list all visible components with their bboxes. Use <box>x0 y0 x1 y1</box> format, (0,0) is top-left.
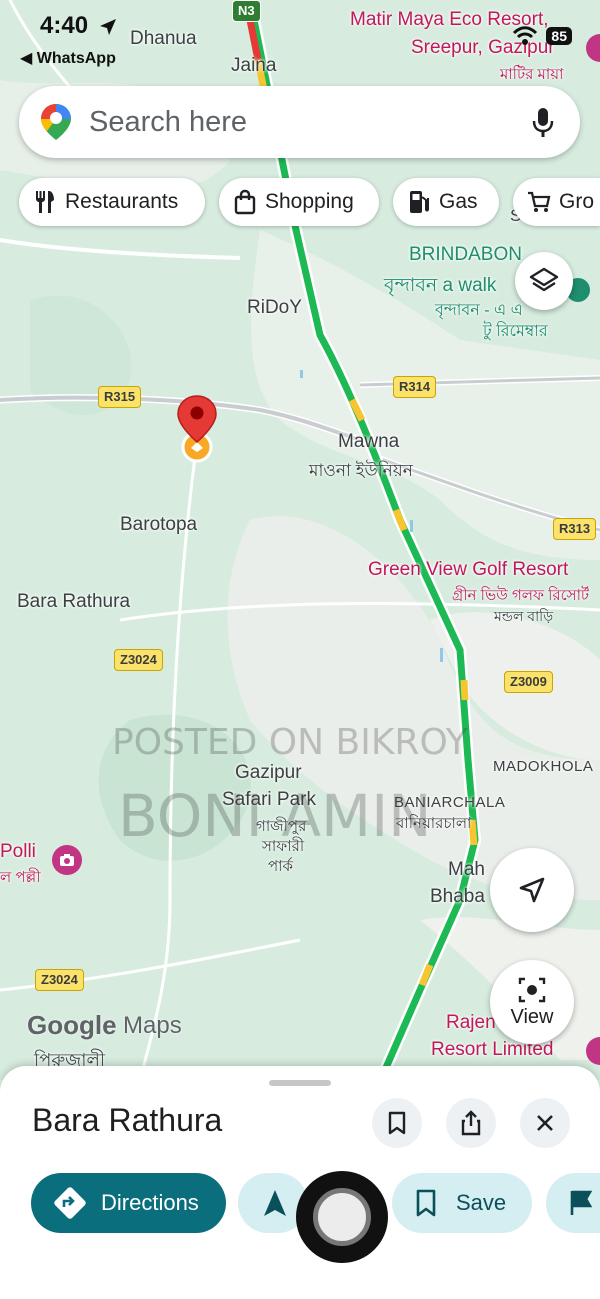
map-label-safari-bn-3: পার্ক <box>268 858 294 875</box>
road-shield-n3: N3 <box>232 0 261 22</box>
chip-gas[interactable]: Gas <box>393 178 499 226</box>
map-label-jaina: Jaina <box>231 55 277 76</box>
save-button[interactable]: Save <box>392 1173 532 1233</box>
bookmark-icon <box>388 1111 406 1135</box>
camera-poi-icon[interactable] <box>52 845 82 875</box>
map-label-bara-rathura: Bara Rathura <box>17 591 131 612</box>
location-pin-icon[interactable] <box>175 394 221 466</box>
maps-logo-text: Maps <box>123 1012 182 1039</box>
map-label-restaurant-bn: টু রিমেম্বার <box>483 323 548 340</box>
view-button-label: View <box>510 1005 554 1028</box>
search-input[interactable] <box>89 105 489 139</box>
map-label-mawna-bn: মাওনা ইউনিয়ন <box>309 461 413 480</box>
status-time: 4:40 <box>40 12 89 39</box>
microphone-icon[interactable] <box>530 106 556 140</box>
close-button[interactable] <box>520 1098 570 1148</box>
close-icon <box>537 1115 553 1131</box>
navigation-start-icon <box>264 1190 286 1216</box>
map-label-dhanua: Dhanua <box>130 28 197 49</box>
sheet-drag-handle[interactable] <box>269 1080 331 1086</box>
directions-button[interactable]: Directions <box>31 1173 226 1233</box>
bookmark-button[interactable] <box>372 1098 422 1148</box>
chip-label-restaurants: Restaurants <box>65 190 179 213</box>
my-location-button[interactable] <box>490 848 574 932</box>
chip-label-gas: Gas <box>439 190 478 213</box>
camera-icon <box>60 854 74 866</box>
map-label-ridoy: RiDoY <box>247 297 302 318</box>
road-shield-r313: R313 <box>553 518 597 540</box>
share-icon <box>461 1110 481 1136</box>
watermark-name: BONI AMIN <box>118 782 432 850</box>
flag-icon <box>570 1190 593 1215</box>
map-label-maha: Mah <box>448 859 485 880</box>
assistive-touch-button[interactable] <box>296 1171 388 1263</box>
map-label-bhaba: Bhaba <box>430 886 485 907</box>
chip-label-shopping: Shopping <box>265 190 354 213</box>
chip-restaurants[interactable]: Restaurants <box>19 178 205 226</box>
road-shield-z3024: Z3024 <box>114 649 163 671</box>
google-logo: Google <box>27 1010 117 1040</box>
road-shield-r315: R315 <box>98 386 142 408</box>
map-label-gazipur: Gazipur <box>235 762 302 783</box>
directions-label: Directions <box>101 1190 199 1215</box>
map-label-rajend: Rajen <box>446 1012 496 1033</box>
cart-icon <box>528 191 551 212</box>
map-label-mawna: Mawna <box>338 431 400 452</box>
street-view-camera-icon <box>518 977 546 1002</box>
wifi-icon <box>513 26 538 45</box>
label-button[interactable] <box>546 1173 600 1233</box>
fork-knife-icon <box>36 191 54 213</box>
layers-icon <box>529 267 559 292</box>
chip-grocery[interactable]: Gro <box>513 178 600 226</box>
save-label: Save <box>456 1190 507 1215</box>
watermark-posted: POSTED ON BIKROY <box>112 722 468 763</box>
layers-button[interactable] <box>515 252 573 310</box>
shopping-bag-icon <box>234 189 256 215</box>
directions-icon <box>54 1187 86 1219</box>
map-label-polli: Polli <box>0 841 36 862</box>
road-shield-z3009: Z3009 <box>504 671 553 693</box>
map-label-mondol-bari: মন্ডল বাড়ি <box>494 608 554 624</box>
status-icons: 85 <box>512 26 572 46</box>
back-to-whatsapp[interactable]: ◀ WhatsApp <box>20 48 116 68</box>
chip-label-grocery: Gro <box>559 190 595 213</box>
map-label-polli-bn: ল পল্লী <box>0 869 41 886</box>
map-label-brindabon: BRINDABON <box>409 244 522 265</box>
map-label-green-view: Green View Golf Resort <box>368 559 569 580</box>
gas-pump-icon <box>410 191 429 213</box>
road-shield-r314: R314 <box>393 376 437 398</box>
place-title: Bara Rathura <box>32 1102 223 1138</box>
map-label-madokhola: MADOKHOLA <box>493 758 594 775</box>
save-bookmark-icon <box>416 1189 436 1217</box>
road-shield-z3024-south: Z3024 <box>35 969 84 991</box>
view-button[interactable]: View <box>490 960 574 1044</box>
share-button[interactable] <box>446 1098 496 1148</box>
navigation-arrow-icon <box>519 877 545 903</box>
map-label-matir-maya-bn: মাটির মায়া <box>500 66 564 83</box>
location-arrow-icon <box>100 19 116 35</box>
map-label-barotopa: Barotopa <box>120 514 198 535</box>
chip-shopping[interactable]: Shopping <box>219 178 379 226</box>
search-bar[interactable] <box>19 86 580 158</box>
google-maps-pin-icon <box>41 104 71 140</box>
battery-level: 85 <box>546 27 572 45</box>
